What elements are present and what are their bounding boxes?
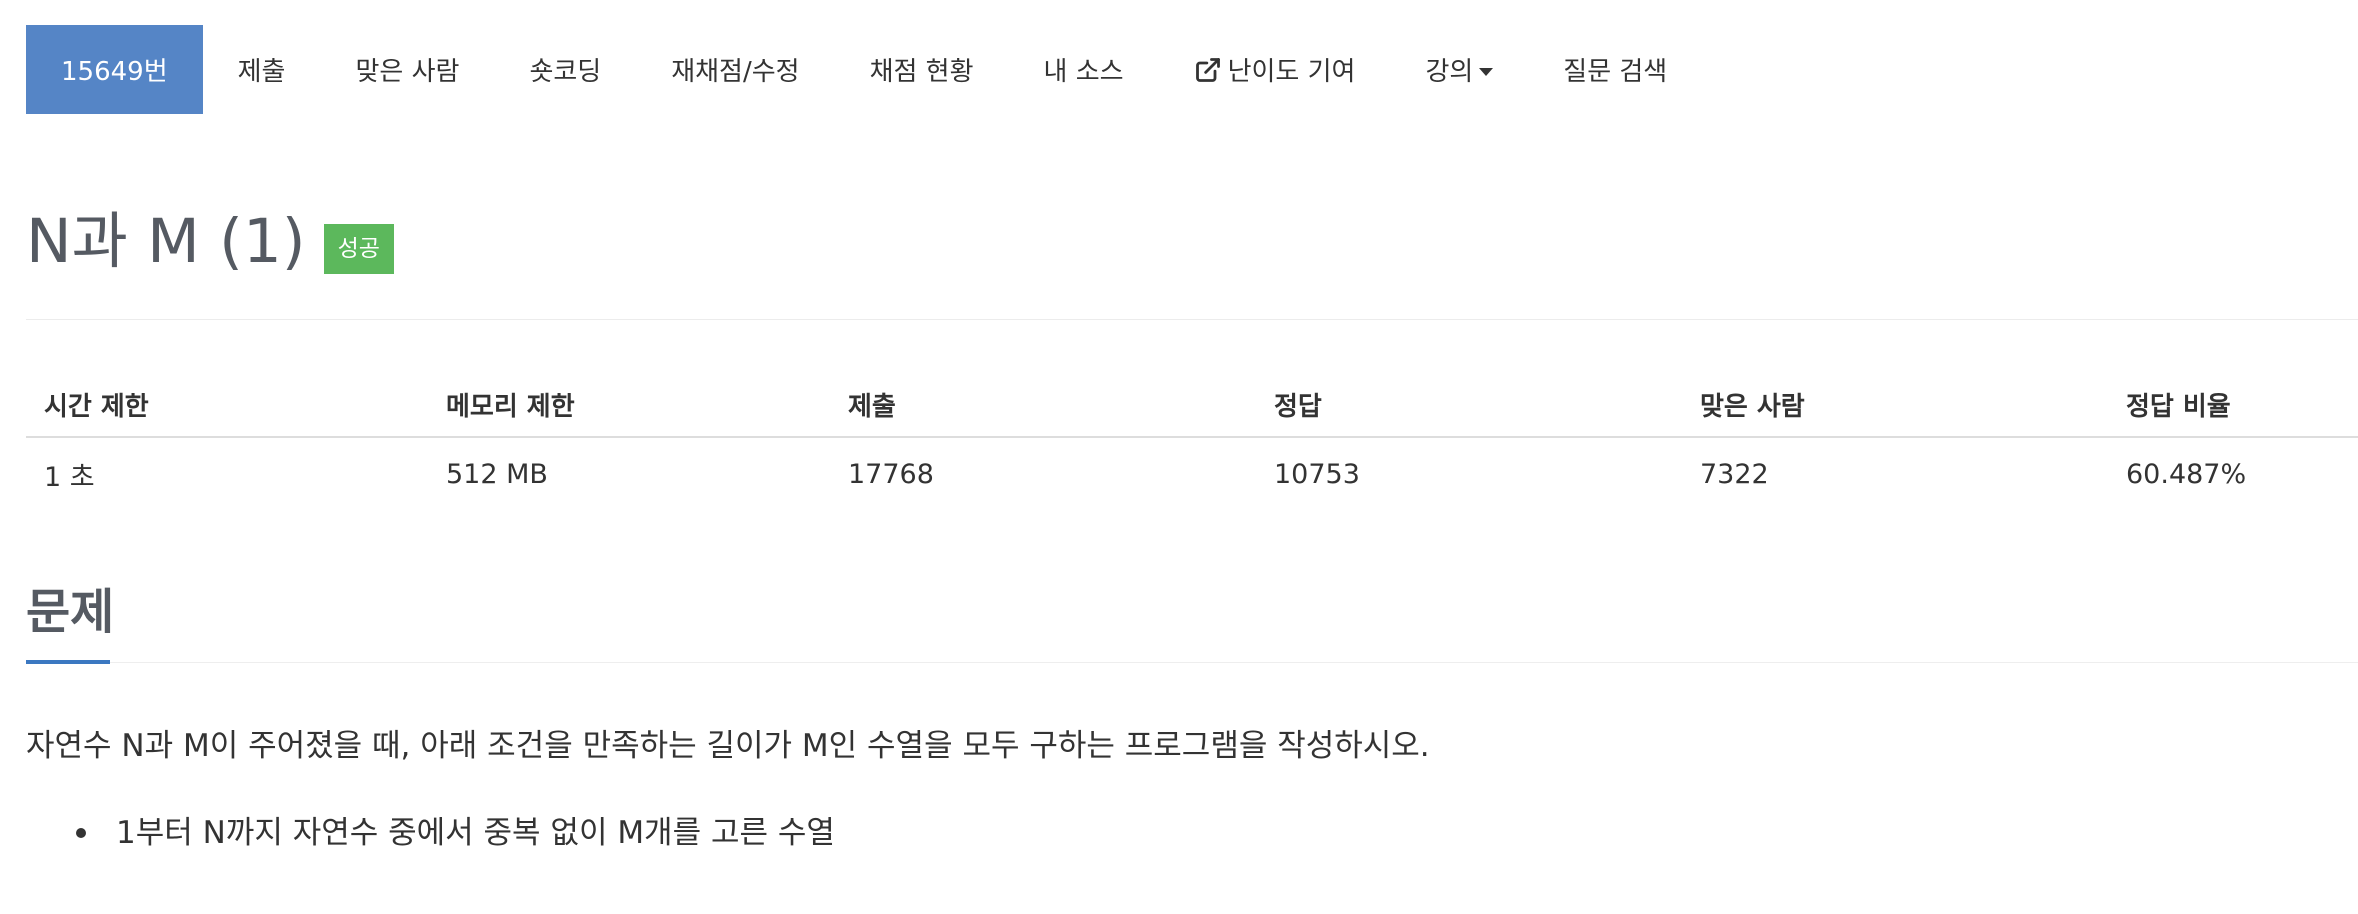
tab-submit-label: 제출 bbox=[237, 57, 286, 87]
condition-text: 1부터 N까지 자연수 중에서 중복 없이 M개를 고른 수열 bbox=[116, 815, 835, 851]
tab-short-coding-label: 숏코딩 bbox=[529, 57, 602, 87]
header-accept-ratio: 정답 비율 bbox=[2126, 391, 2231, 422]
table-header-row: 시간 제한 메모리 제한 제출 정답 맞은 사람 정답 비율 bbox=[26, 372, 2358, 438]
table-row: 1 초 512 MB 17768 10753 7322 60.487% bbox=[26, 438, 2358, 510]
header-accepted: 정답 bbox=[1274, 391, 1322, 422]
header-time-limit: 시간 제한 bbox=[44, 391, 149, 422]
tab-problem-id-label: 15649번 bbox=[61, 57, 168, 87]
tab-my-source-label: 내 소스 bbox=[1043, 57, 1124, 87]
tab-lecture-label: 강의 bbox=[1425, 57, 1474, 87]
external-link-icon bbox=[1194, 56, 1222, 84]
problem-info-table: 시간 제한 메모리 제한 제출 정답 맞은 사람 정답 비율 1 초 512 M… bbox=[26, 372, 2358, 510]
tab-my-source[interactable]: 내 소스 bbox=[1009, 25, 1159, 114]
divider bbox=[26, 319, 2358, 320]
status-badge: 성공 bbox=[323, 224, 394, 274]
tab-accepted-users[interactable]: 맞은 사람 bbox=[320, 25, 494, 114]
problem-header: N과 M (1) 성공 bbox=[26, 202, 394, 282]
page-title: N과 M (1) bbox=[26, 206, 306, 277]
list-item: 1부터 N까지 자연수 중에서 중복 없이 M개를 고른 수열 bbox=[26, 812, 835, 854]
problem-menu: 15649번 제출 맞은 사람 숏코딩 재채점/수정 채점 현황 내 소스 난이… bbox=[26, 25, 1702, 114]
value-accepted: 10753 bbox=[1274, 458, 1360, 490]
tab-question-search-label: 질문 검색 bbox=[1563, 57, 1668, 87]
header-memory-limit: 메모리 제한 bbox=[446, 391, 575, 422]
value-memory-limit: 512 MB bbox=[446, 458, 548, 490]
tab-accepted-users-label: 맞은 사람 bbox=[355, 57, 460, 87]
tab-rejudge[interactable]: 재채점/수정 bbox=[636, 25, 834, 114]
condition-list: 1부터 N까지 자연수 중에서 중복 없이 M개를 고른 수열 bbox=[26, 812, 835, 854]
tab-problem-id[interactable]: 15649번 bbox=[26, 25, 203, 114]
value-time-limit: 1 초 bbox=[44, 461, 95, 493]
value-accept-ratio: 60.487% bbox=[2126, 458, 2247, 490]
value-accepted-users: 7322 bbox=[1700, 458, 1769, 490]
tab-difficulty-contribution-label: 난이도 기여 bbox=[1227, 57, 1356, 87]
tab-rejudge-label: 재채점/수정 bbox=[671, 57, 800, 87]
tab-lecture-dropdown[interactable]: 강의 bbox=[1390, 25, 1528, 114]
section-underline bbox=[26, 660, 110, 664]
tab-judge-status[interactable]: 채점 현황 bbox=[835, 25, 1009, 114]
header-accepted-users: 맞은 사람 bbox=[1700, 391, 1805, 422]
bullet-icon bbox=[76, 828, 86, 838]
caret-down-icon bbox=[1479, 67, 1494, 76]
tab-judge-status-label: 채점 현황 bbox=[869, 57, 974, 87]
value-submissions: 17768 bbox=[848, 458, 934, 490]
tab-difficulty-contribution[interactable]: 난이도 기여 bbox=[1159, 25, 1391, 114]
tab-short-coding[interactable]: 숏코딩 bbox=[494, 25, 636, 114]
header-submissions: 제출 bbox=[848, 391, 896, 422]
section-divider bbox=[110, 662, 2358, 663]
tab-question-search[interactable]: 질문 검색 bbox=[1528, 25, 1702, 114]
problem-description: 자연수 N과 M이 주어졌을 때, 아래 조건을 만족하는 길이가 M인 수열을… bbox=[26, 728, 1430, 764]
tab-submit[interactable]: 제출 bbox=[203, 25, 321, 114]
section-title-problem: 문제 bbox=[26, 584, 115, 640]
